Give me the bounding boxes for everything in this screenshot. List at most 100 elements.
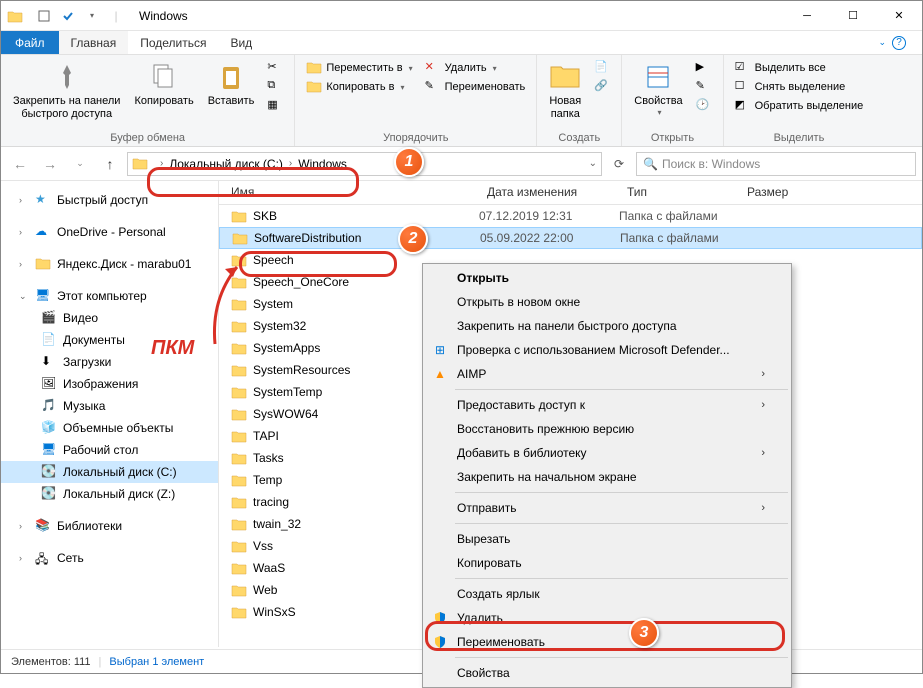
ctx-cut[interactable]: Вырезать [425, 527, 789, 551]
sidebar-thispc[interactable]: ⌄🖥Этот компьютер [1, 285, 218, 307]
folder-icon [231, 517, 247, 531]
file-name: Temp [253, 473, 282, 487]
forward-button[interactable]: → [37, 151, 63, 177]
ctx-restore[interactable]: Восстановить прежнюю версию [425, 417, 789, 441]
open-small[interactable]: ▶ [693, 59, 715, 77]
select-none-button[interactable]: ☐Снять выделение [732, 78, 867, 96]
delete-button[interactable]: ✕Удалить▾ [422, 59, 529, 77]
tab-file[interactable]: Файл [1, 31, 59, 54]
edit-small[interactable]: ✎ [693, 78, 715, 96]
ctx-send[interactable]: Отправить› [425, 496, 789, 520]
sidebar-music[interactable]: 🎵Музыка [1, 395, 218, 417]
ctx-pin-quick[interactable]: Закрепить на панели быстрого доступа [425, 314, 789, 338]
file-name: System [253, 297, 293, 311]
ctx-separator [455, 523, 788, 524]
file-type: Папка с файлами [619, 209, 739, 223]
ctx-shortcut[interactable]: Создать ярлык [425, 582, 789, 606]
invert-selection-button[interactable]: ◩Обратить выделение [732, 97, 867, 115]
col-name[interactable]: Имя [219, 181, 479, 204]
col-size[interactable]: Размер [739, 181, 819, 204]
sidebar-onedrive[interactable]: ›☁OneDrive - Personal [1, 221, 218, 243]
recent-dropdown[interactable]: ⌄ [67, 151, 93, 177]
sidebar-3dobjects[interactable]: 🧊Объемные объекты [1, 417, 218, 439]
new-folder-button[interactable]: Новая папка [545, 59, 585, 123]
close-button[interactable]: ✕ [876, 1, 922, 31]
properties-button[interactable]: Свойства▾ [630, 59, 686, 120]
selectall-icon: ☑ [735, 60, 751, 76]
breadcrumb-seg[interactable]: Windows [298, 157, 347, 171]
sidebar-video[interactable]: 🎬Видео [1, 307, 218, 329]
sidebar-network[interactable]: ›🖧Сеть [1, 547, 218, 569]
paste-button[interactable]: Вставить [204, 59, 259, 110]
select-all-button[interactable]: ☑Выделить все [732, 59, 867, 77]
move-to-button[interactable]: Переместить в▾ [303, 59, 415, 77]
navigation-pane: ›★Быстрый доступ ›☁OneDrive - Personal ›… [1, 181, 219, 647]
folder-icon [132, 156, 148, 172]
drive-icon: 💽 [41, 464, 57, 480]
copy-button[interactable]: Копировать [130, 59, 197, 110]
sidebar-yandex[interactable]: ›Яндекс.Диск - marabu01 [1, 253, 218, 275]
ctx-aimp[interactable]: ▲AIMP› [425, 362, 789, 386]
ctx-pin-start[interactable]: Закрепить на начальном экране [425, 465, 789, 489]
tab-home[interactable]: Главная [59, 31, 129, 54]
ctx-properties[interactable]: Свойства [425, 661, 789, 685]
file-name: tracing [253, 495, 289, 509]
ctx-rename[interactable]: Переименовать [425, 630, 789, 654]
sidebar-pictures[interactable]: 🖼Изображения [1, 373, 218, 395]
file-name: Web [253, 583, 277, 597]
address-dropdown[interactable]: ⌄ [589, 158, 597, 169]
sidebar-disk-z[interactable]: 💽Локальный диск (Z:) [1, 483, 218, 505]
copypath-small[interactable]: ⧉ [264, 78, 286, 96]
ctx-defender[interactable]: ⊞Проверка с использованием Microsoft Def… [425, 338, 789, 362]
sidebar-libraries[interactable]: ›📚Библиотеки [1, 515, 218, 537]
cut-small[interactable]: ✂ [264, 59, 286, 77]
search-input[interactable]: 🔍 Поиск в: Windows [636, 152, 916, 176]
back-button[interactable]: ← [7, 151, 33, 177]
defender-icon: ⊞ [431, 341, 449, 359]
maximize-button[interactable]: ☐ [830, 1, 876, 31]
col-date[interactable]: Дата изменения [479, 181, 619, 204]
sidebar-disk-c[interactable]: 💽Локальный диск (C:) [1, 461, 218, 483]
properties-icon [642, 61, 674, 93]
moveto-icon [306, 60, 322, 76]
ctx-library[interactable]: Добавить в библиотеку› [425, 441, 789, 465]
file-row[interactable]: SoftwareDistribution05.09.2022 22:00Папк… [219, 227, 922, 249]
address-field[interactable]: › Локальный диск (C:) › Windows ⌄ [127, 152, 602, 176]
newitem-small[interactable]: 📄 [591, 59, 613, 77]
ribbon-help[interactable]: ⌄? [862, 31, 922, 54]
easyaccess-small[interactable]: 🔗 [591, 78, 613, 96]
qat-item[interactable] [57, 5, 79, 27]
copy-to-button[interactable]: Копировать в▾ [303, 78, 415, 96]
tab-view[interactable]: Вид [218, 31, 264, 54]
ctx-open-new[interactable]: Открыть в новом окне [425, 290, 789, 314]
ctx-delete[interactable]: Удалить [425, 606, 789, 630]
history-small[interactable]: 🕑 [693, 97, 715, 115]
sidebar-quick-access[interactable]: ›★Быстрый доступ [1, 189, 218, 211]
pictures-icon: 🖼 [41, 376, 57, 392]
qat-item[interactable] [33, 5, 55, 27]
qat-dropdown[interactable]: ▾ [81, 5, 103, 27]
rename-button[interactable]: ✎Переименовать [422, 78, 529, 96]
breadcrumb-seg[interactable]: Локальный диск (C:) [169, 157, 283, 171]
file-name: SystemTemp [253, 385, 322, 399]
minimize-button[interactable]: ─ [784, 1, 830, 31]
tab-share[interactable]: Поделиться [128, 31, 218, 54]
file-row[interactable]: SKB07.12.2019 12:31Папка с файлами [219, 205, 922, 227]
invert-icon: ◩ [735, 98, 751, 114]
pin-button[interactable]: Закрепить на панели быстрого доступа [9, 59, 124, 123]
ctx-open[interactable]: Открыть [425, 266, 789, 290]
up-button[interactable]: ↑ [97, 151, 123, 177]
chevron-icon[interactable]: › [160, 158, 163, 169]
sidebar-desktop[interactable]: 🖥Рабочий стол [1, 439, 218, 461]
ctx-share[interactable]: Предоставить доступ к› [425, 393, 789, 417]
address-bar: ← → ⌄ ↑ › Локальный диск (C:) › Windows … [1, 147, 922, 181]
pasteshortcut-small[interactable]: ▦ [264, 97, 286, 115]
refresh-button[interactable]: ⟳ [606, 152, 632, 176]
drive-icon: 💽 [41, 486, 57, 502]
shortcut-icon: ▦ [267, 98, 283, 114]
chevron-icon[interactable]: › [289, 158, 292, 169]
col-type[interactable]: Тип [619, 181, 739, 204]
file-name: SoftwareDistribution [254, 231, 361, 245]
pin-icon [51, 61, 83, 93]
ctx-copy[interactable]: Копировать [425, 551, 789, 575]
